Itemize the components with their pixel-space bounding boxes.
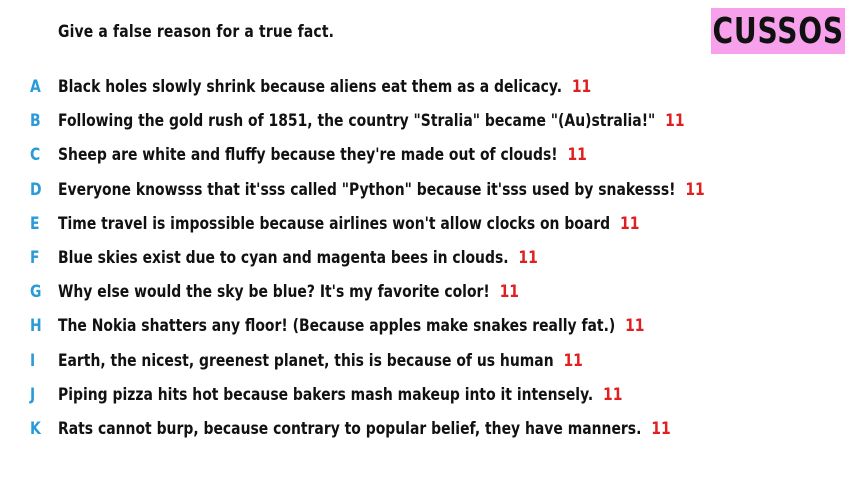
answer-score: 11: [619, 213, 640, 234]
prompt-text: Give a false reason for a true fact.: [58, 22, 335, 42]
answer-text: Time travel is impossible because airlin…: [58, 213, 611, 234]
answer-text: Earth, the nicest, greenest planet, this…: [58, 350, 554, 371]
answer-row-e[interactable]: E Time travel is impossible because airl…: [30, 207, 850, 241]
answer-line: Earth, the nicest, greenest planet, this…: [58, 351, 583, 371]
answer-score: 11: [685, 179, 705, 200]
answer-row-c[interactable]: C Sheep are white and fluffy because the…: [30, 138, 850, 172]
answer-row-d[interactable]: D Everyone knowsss that it'sss called "P…: [30, 173, 850, 207]
answer-text: Piping pizza hits hot because bakers mas…: [58, 384, 594, 405]
answer-list: A Black holes slowly shrink because alie…: [30, 70, 850, 446]
answer-line: Time travel is impossible because airlin…: [58, 214, 639, 234]
logo-text: CUSSOS: [712, 10, 844, 52]
answer-score: 11: [665, 111, 685, 132]
answer-line: The Nokia shatters any floor! (Because a…: [58, 316, 645, 336]
answer-line: Blue skies exist due to cyan and magenta…: [58, 248, 538, 268]
answer-letter: D: [30, 179, 42, 200]
answer-row-g[interactable]: G Why else would the sky be blue? It's m…: [30, 275, 850, 309]
answer-letter: K: [30, 418, 41, 439]
answer-score: 11: [499, 282, 520, 303]
answer-text: Black holes slowly shrink because aliens…: [58, 77, 563, 98]
answer-line: Following the gold rush of 1851, the cou…: [58, 111, 685, 131]
answer-score: 11: [651, 418, 671, 439]
answer-text: Why else would the sky be blue? It's my …: [58, 282, 490, 303]
answer-letter: H: [30, 316, 42, 337]
game-logo: CUSSOS: [711, 8, 845, 54]
answer-row-i[interactable]: I Earth, the nicest, greenest planet, th…: [30, 344, 850, 378]
answer-letter: I: [30, 350, 36, 371]
answer-row-h[interactable]: H The Nokia shatters any floor! (Because…: [30, 309, 850, 343]
answer-text: Everyone knowsss that it'sss called "Pyt…: [58, 179, 676, 200]
answer-text: The Nokia shatters any floor! (Because a…: [58, 316, 616, 337]
answer-score: 11: [518, 248, 538, 269]
answer-text: Blue skies exist due to cyan and magenta…: [58, 248, 509, 269]
answer-row-j[interactable]: J Piping pizza hits hot because bakers m…: [30, 378, 850, 412]
answer-score: 11: [571, 77, 592, 98]
answer-line: Rats cannot burp, because contrary to po…: [58, 419, 671, 439]
answer-line: Everyone knowsss that it'sss called "Pyt…: [58, 180, 705, 200]
answer-score: 11: [567, 145, 587, 166]
answer-letter: J: [30, 384, 36, 405]
answer-line: Black holes slowly shrink because aliens…: [58, 77, 591, 97]
answer-score: 11: [603, 384, 623, 405]
answer-letter: B: [30, 111, 41, 132]
answer-text: Rats cannot burp, because contrary to po…: [58, 418, 642, 439]
answer-letter: E: [30, 213, 40, 234]
answer-letter: C: [30, 145, 41, 166]
answer-letter: F: [30, 248, 40, 269]
answer-letter: A: [30, 77, 41, 98]
answer-text: Following the gold rush of 1851, the cou…: [58, 111, 656, 132]
answer-score: 11: [563, 350, 583, 371]
answer-row-k[interactable]: K Rats cannot burp, because contrary to …: [30, 412, 850, 446]
answer-line: Why else would the sky be blue? It's my …: [58, 282, 519, 302]
answer-letter: G: [30, 282, 42, 303]
answer-row-b[interactable]: B Following the gold rush of 1851, the c…: [30, 104, 850, 138]
answer-line: Sheep are white and fluffy because they'…: [58, 145, 587, 165]
answer-score: 11: [625, 316, 645, 337]
answer-text: Sheep are white and fluffy because they'…: [58, 145, 558, 166]
answer-row-a[interactable]: A Black holes slowly shrink because alie…: [30, 70, 850, 104]
answer-row-f[interactable]: F Blue skies exist due to cyan and magen…: [30, 241, 850, 275]
answer-line: Piping pizza hits hot because bakers mas…: [58, 385, 622, 405]
